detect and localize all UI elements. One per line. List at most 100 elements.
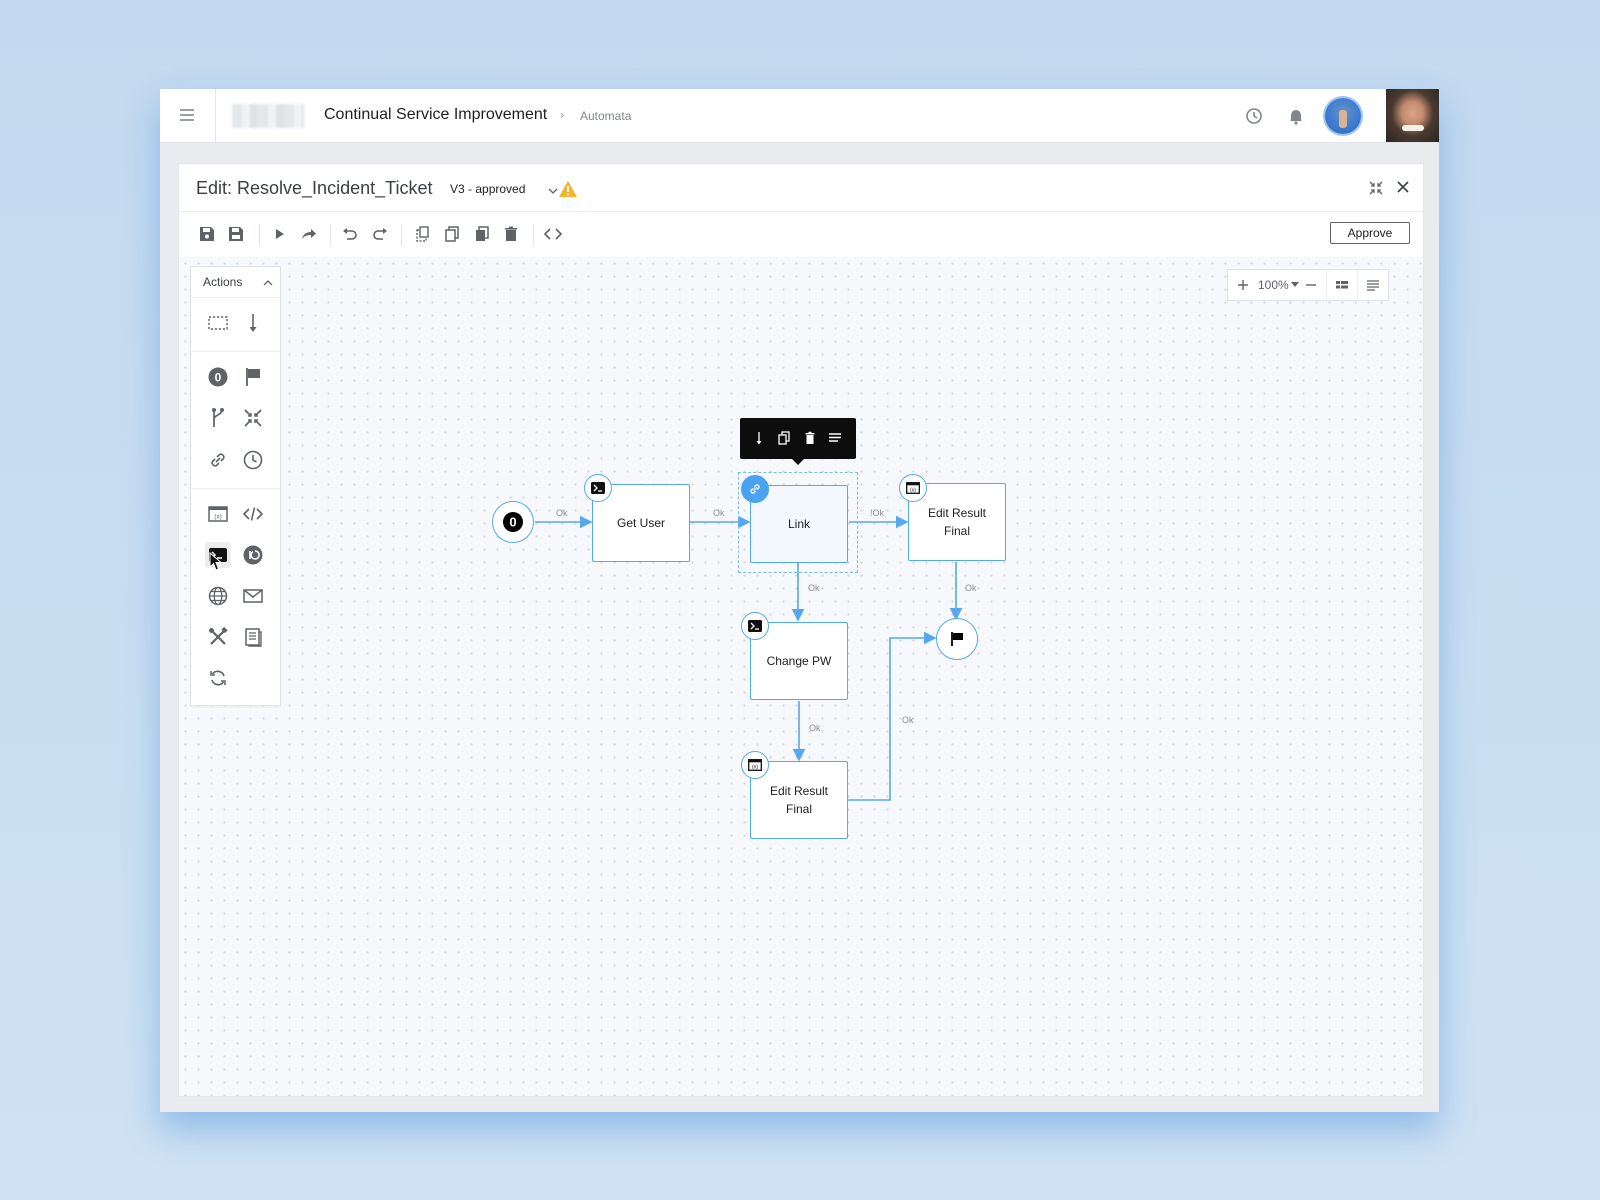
version-select[interactable]: V3 - approved (450, 182, 525, 196)
code-view-icon[interactable] (542, 223, 564, 245)
marquee-select-icon[interactable] (205, 310, 231, 336)
redo-icon[interactable] (369, 223, 391, 245)
actions-palette: Actions 0 (x) (190, 266, 281, 706)
paste-icon[interactable] (471, 223, 493, 245)
breadcrumb-automata[interactable]: Automata (580, 109, 631, 123)
collapse-arrows-icon[interactable] (1369, 181, 1383, 195)
terminal-badge-icon (741, 612, 769, 640)
toolbar-divider (533, 224, 534, 246)
warning-icon[interactable] (558, 180, 578, 198)
palette-divider (191, 351, 280, 352)
zoom-dropdown-caret-icon[interactable] (1291, 282, 1299, 288)
node-edit-result-final-top-label: Edit Result Final (927, 506, 987, 538)
actions-palette-title: Actions (203, 275, 243, 289)
edge-edit-result-bottom-end (848, 631, 937, 801)
link-icon[interactable] (205, 447, 231, 473)
start-node-icon[interactable]: 0 (205, 364, 231, 390)
svg-text:(x): (x) (910, 488, 916, 494)
flow-canvas[interactable]: Actions 0 (x) 100% 0 Get User Link Edit … (179, 257, 1423, 1096)
zoom-divider (1357, 270, 1358, 300)
chevron-up-icon[interactable] (263, 278, 273, 288)
loop-counter-icon[interactable] (240, 542, 266, 568)
node-edit-result-final-bottom-label: Edit Result Final (769, 784, 829, 816)
top-bar: Continual Service Improvement › Automata (160, 89, 1439, 143)
node-get-user-label: Get User (616, 516, 665, 530)
variable-window-icon[interactable]: (x) (205, 501, 231, 527)
tools-icon[interactable] (205, 624, 231, 650)
document-icon[interactable] (240, 624, 266, 650)
globe-web-icon[interactable] (205, 583, 231, 609)
duplicate-icon[interactable] (776, 430, 792, 446)
edge-label: !Ok (870, 508, 885, 518)
editor-toolbar: Approve (179, 211, 1423, 258)
app-window: Continual Service Improvement › Automata… (160, 89, 1439, 1112)
terminal-badge-icon (584, 474, 612, 502)
copy-icon[interactable] (441, 223, 463, 245)
terminal-icon[interactable] (205, 542, 231, 568)
refresh-cycle-icon[interactable] (205, 665, 231, 691)
hamburger-menu-icon[interactable] (160, 89, 216, 142)
svg-text:(x): (x) (752, 765, 758, 771)
end-flag-icon[interactable] (240, 364, 266, 390)
profile-photo[interactable] (1386, 89, 1439, 142)
play-icon[interactable] (268, 223, 290, 245)
node-link-label: Link (787, 517, 810, 531)
connect-arrow-icon[interactable] (751, 430, 767, 446)
edge-label: Ok (965, 583, 977, 593)
toolbar-divider (401, 224, 402, 246)
breadcrumb-separator-icon: › (560, 107, 565, 122)
editor-title: Edit: Resolve_Incident_Ticket (196, 178, 433, 198)
variable-window-badge-icon: (x) (899, 474, 927, 502)
start-node-label: 0 (509, 515, 516, 530)
actions-palette-header[interactable]: Actions (191, 267, 280, 298)
editor-panel: Edit: Resolve_Incident_Ticket V3 - appro… (178, 163, 1424, 1097)
end-flag-icon (951, 632, 963, 646)
branch-icon[interactable] (205, 405, 231, 431)
chevron-down-icon[interactable] (548, 186, 558, 196)
edge-label: Ok (809, 723, 821, 733)
close-icon[interactable] (1395, 179, 1411, 195)
approve-button[interactable]: Approve (1330, 222, 1410, 244)
zoom-divider (1326, 270, 1327, 300)
company-logo (232, 104, 304, 128)
delete-node-trash-icon[interactable] (802, 430, 818, 446)
cut-icon[interactable] (411, 223, 433, 245)
details-list-icon[interactable] (1365, 277, 1381, 293)
save-icon[interactable] (196, 223, 218, 245)
email-envelope-icon[interactable] (240, 583, 266, 609)
start-node[interactable]: 0 (492, 501, 534, 543)
delete-trash-icon[interactable] (500, 223, 522, 245)
edge-label: Ok (713, 508, 725, 518)
user-avatar[interactable] (1325, 98, 1361, 134)
edge-label: Ok (556, 508, 568, 518)
edge-label: Ok (902, 715, 914, 725)
toolbar-divider (330, 224, 331, 246)
code-script-icon[interactable] (240, 501, 266, 527)
zoom-in-plus-icon[interactable] (1235, 277, 1251, 293)
link-badge-icon (741, 475, 769, 503)
step-forward-icon[interactable] (297, 223, 319, 245)
app-title[interactable]: Continual Service Improvement (324, 106, 547, 124)
layout-grid-icon[interactable] (1334, 277, 1350, 293)
node-change-pw-label: Change PW (766, 654, 832, 668)
merge-icon[interactable] (240, 405, 266, 431)
variable-window-badge-icon: (x) (741, 751, 769, 779)
zoom-out-minus-icon[interactable] (1303, 277, 1319, 293)
end-node[interactable] (936, 618, 978, 660)
svg-text:(x): (x) (214, 514, 222, 521)
zoom-controls: 100% (1227, 269, 1389, 301)
history-clock-icon[interactable] (1243, 105, 1265, 127)
save-as-icon[interactable] (225, 223, 247, 245)
notifications-bell-icon[interactable] (1285, 105, 1307, 127)
toolbar-divider (259, 224, 260, 246)
node-context-menu (740, 418, 856, 465)
palette-divider (191, 488, 280, 489)
svg-text:0: 0 (215, 371, 222, 385)
start-node-icon: 0 (503, 512, 523, 532)
node-properties-icon[interactable] (827, 430, 843, 446)
timer-clock-icon[interactable] (240, 447, 266, 473)
edge-label: Ok (808, 583, 820, 593)
zoom-level[interactable]: 100% (1258, 278, 1289, 292)
connector-arrow-icon[interactable] (240, 310, 266, 336)
undo-icon[interactable] (339, 223, 361, 245)
